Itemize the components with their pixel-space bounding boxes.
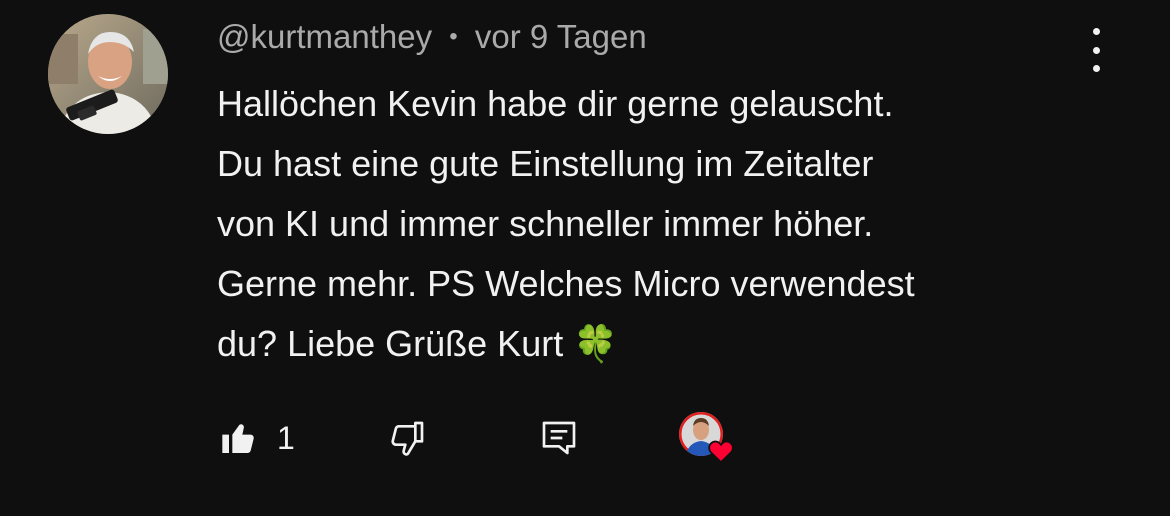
author-name[interactable]: @kurtmanthey [217, 18, 432, 55]
dislike-button[interactable] [387, 410, 427, 466]
comment-text-line: von KI und immer schneller immer höher. [217, 203, 874, 244]
comment-text-line: Hallöchen Kevin habe dir gerne gelauscht… [217, 83, 894, 124]
creator-heart [677, 410, 734, 466]
menu-dot [1092, 46, 1100, 54]
comment-text-line: Du hast eine gute Einstellung im Zeitalt… [217, 143, 874, 184]
comment-header: @kurtmanthey • vor 9 Tagen [217, 18, 647, 56]
comment-actions: 1 [217, 410, 777, 466]
comment-thread-item: @kurtmanthey • vor 9 Tagen Hallöchen Kev… [0, 0, 1170, 516]
like-button[interactable]: 1 [219, 410, 295, 466]
user-avatar[interactable] [48, 14, 168, 134]
menu-dot [1092, 28, 1100, 35]
thumb-up-icon [222, 424, 254, 453]
comment-timestamp[interactable]: vor 9 Tagen [475, 18, 647, 55]
thumb-down-icon [391, 421, 424, 456]
separator-dot: • [449, 23, 458, 50]
reply-button[interactable] [539, 410, 579, 466]
comment-text: Hallöchen Kevin habe dir gerne gelauscht… [217, 74, 1117, 374]
creator-heart-button[interactable] [677, 410, 734, 466]
creator-heart-icon [708, 440, 734, 464]
comment-text-line: du? Liebe Grüße Kurt 🍀 [217, 323, 619, 364]
comment-text-line: Gerne mehr. PS Welches Micro verwendest [217, 263, 915, 304]
menu-dot [1092, 65, 1100, 72]
reply-comment-icon [542, 421, 576, 455]
more-vert-icon[interactable] [1078, 28, 1114, 72]
like-count: 1 [277, 419, 295, 456]
